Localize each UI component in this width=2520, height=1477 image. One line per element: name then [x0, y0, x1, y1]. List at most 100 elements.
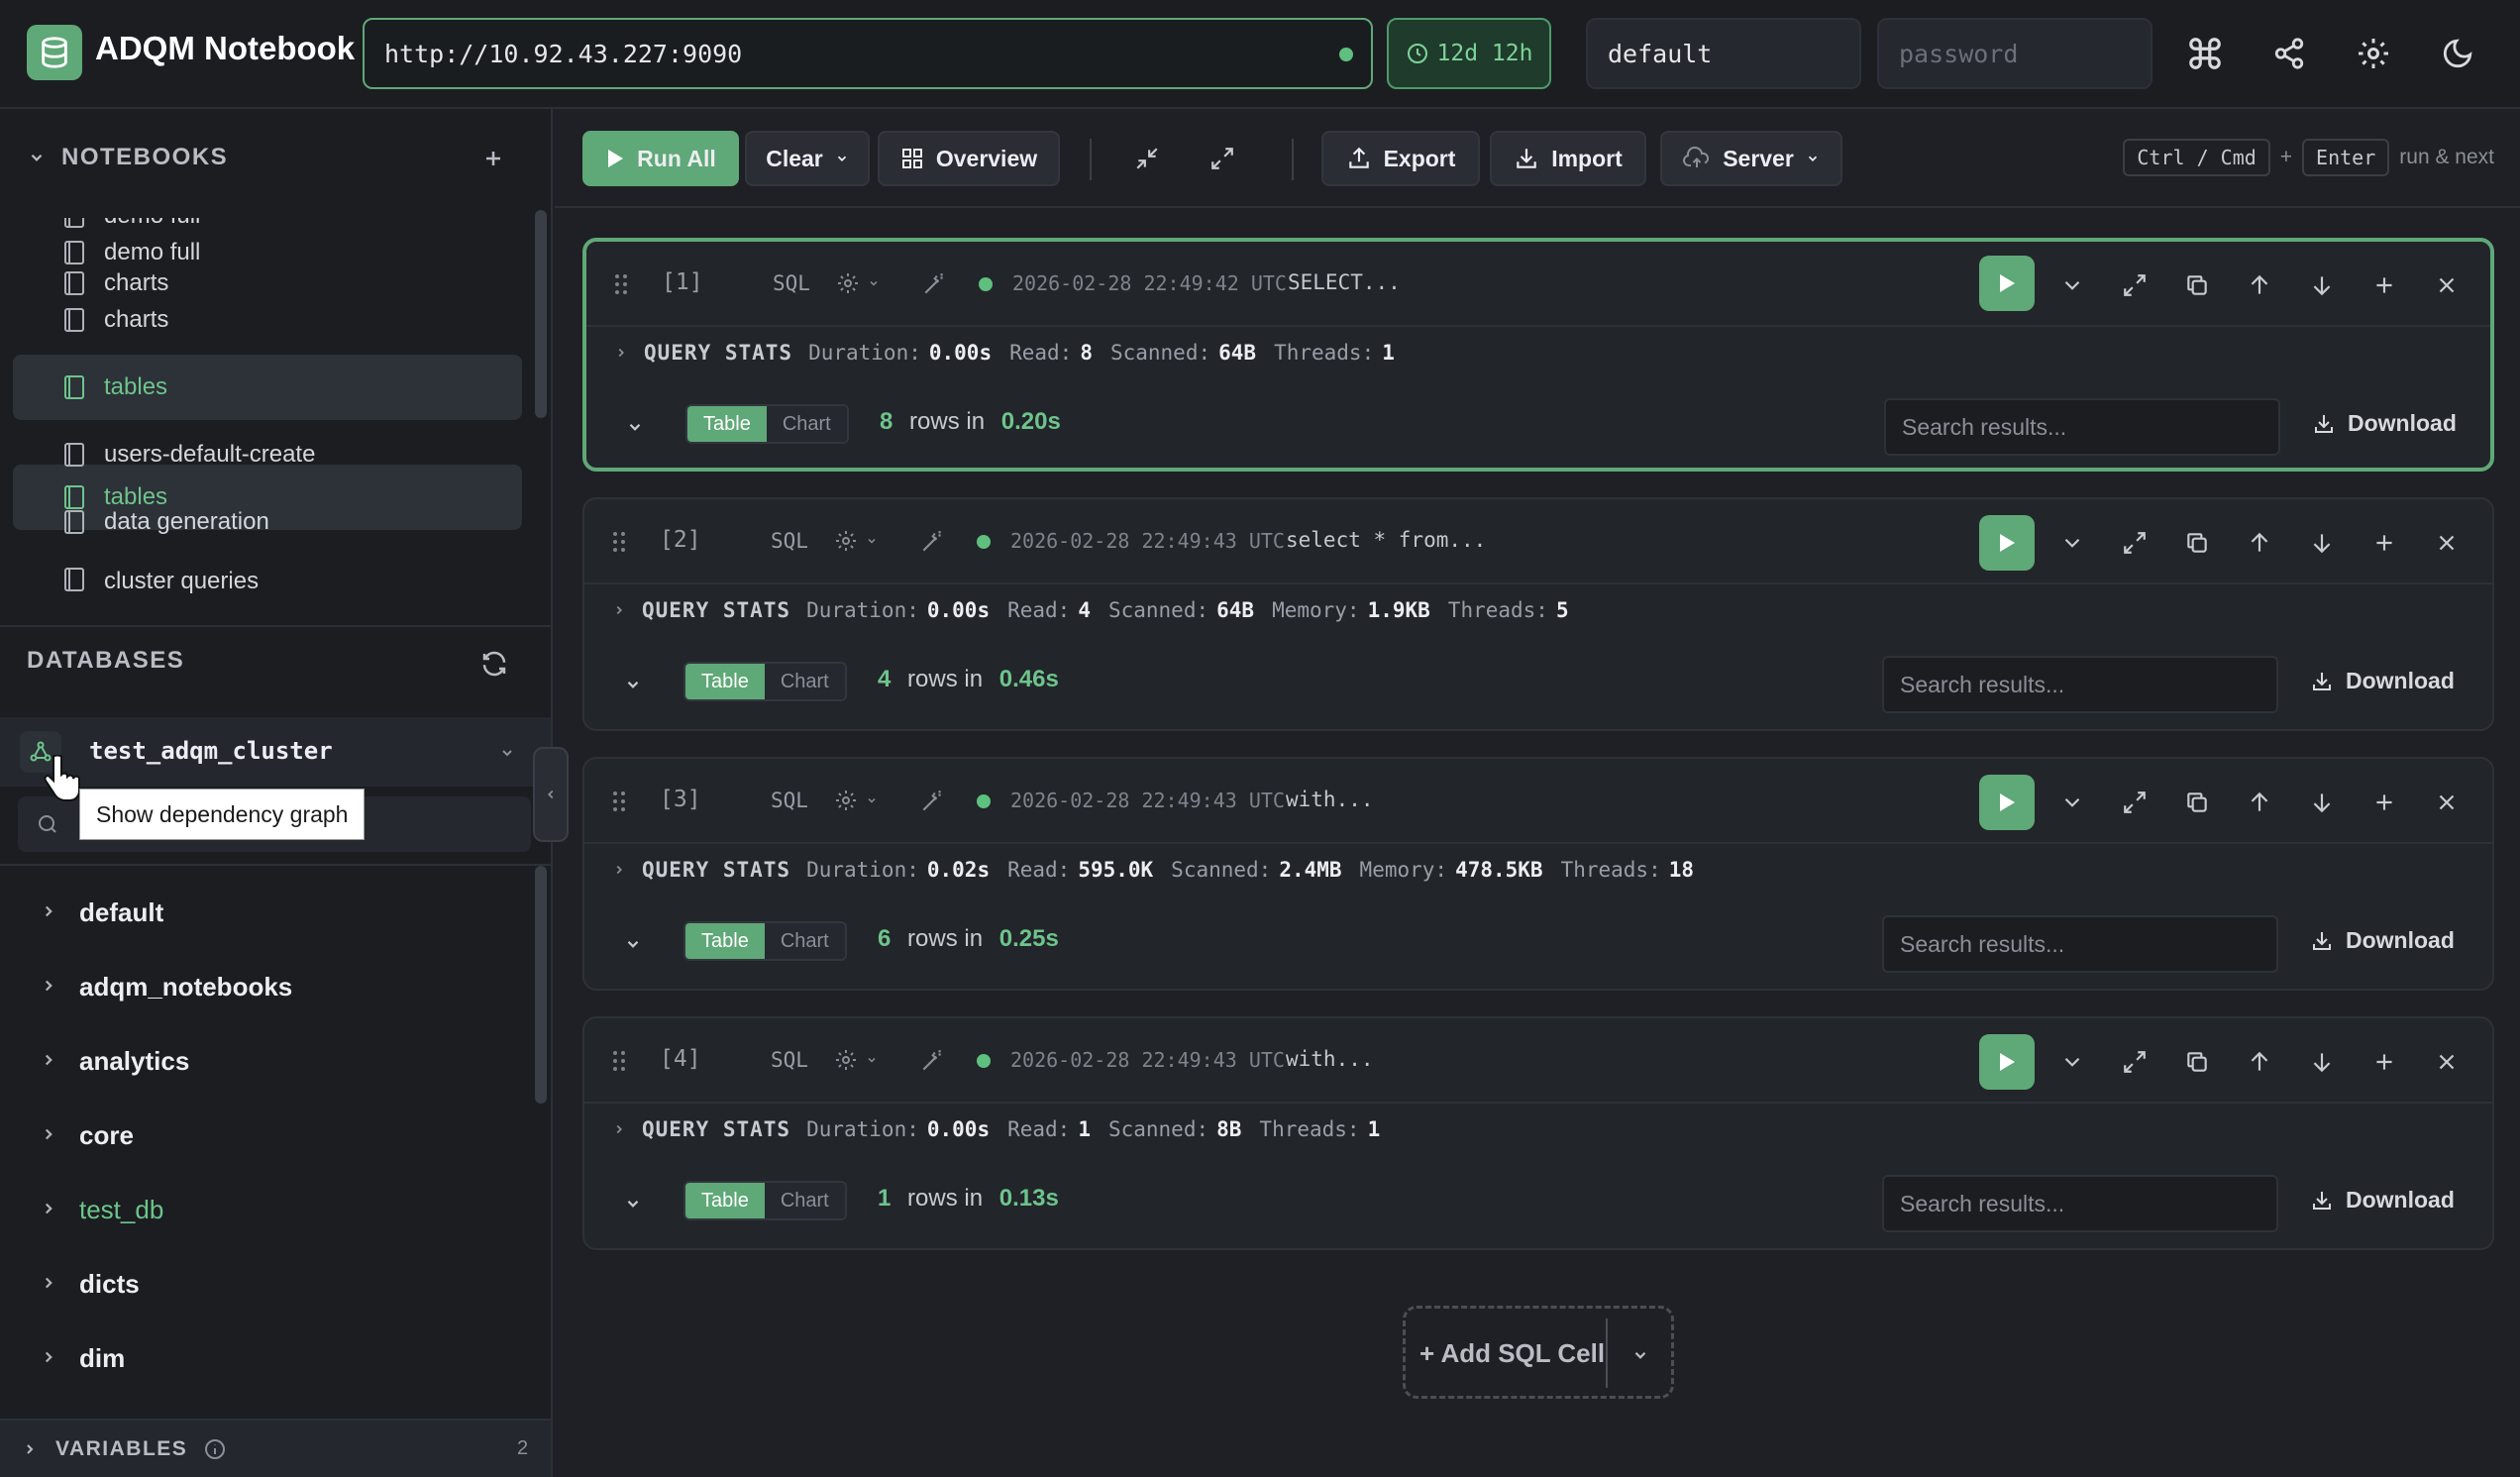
chevron-down-icon[interactable] [2056, 787, 2088, 818]
expand-all-button[interactable] [1195, 131, 1250, 186]
magic-wand-icon[interactable] [919, 1048, 945, 1074]
sql-cell[interactable]: [2] SQL 2026-02-28 22:49:43 UTC select *… [582, 497, 2494, 731]
uptime-badge[interactable]: 12d 12h [1387, 18, 1551, 89]
password-input[interactable] [1899, 20, 2137, 87]
database-item[interactable]: test_db [0, 1174, 535, 1245]
arrow-down-icon[interactable] [2306, 527, 2338, 559]
result-search-field[interactable] [1882, 1175, 2278, 1232]
moon-icon[interactable] [2434, 30, 2481, 77]
plus-icon[interactable] [2368, 1046, 2400, 1078]
maximize-icon[interactable] [2119, 527, 2151, 559]
result-search-input[interactable] [1886, 400, 2278, 454]
database-item[interactable]: default [0, 877, 535, 948]
chevron-down-icon[interactable] [28, 149, 46, 166]
chart-tab[interactable]: Chart [764, 1183, 845, 1218]
arrow-down-icon[interactable] [2306, 787, 2338, 818]
arrow-up-icon[interactable] [2244, 787, 2275, 818]
notebook-item[interactable]: charts [13, 287, 522, 353]
close-icon[interactable] [2431, 1046, 2463, 1078]
result-search-field[interactable] [1882, 656, 2278, 713]
import-button[interactable]: Import [1490, 131, 1646, 186]
drag-handle-icon[interactable] [612, 791, 626, 812]
download-button[interactable]: Download [2310, 1187, 2455, 1213]
server-button[interactable]: Server [1660, 131, 1842, 186]
cell-settings-button[interactable] [834, 529, 878, 553]
run-cell-button[interactable] [1979, 515, 2035, 571]
server-url-field[interactable] [363, 18, 1373, 89]
table-tab[interactable]: Table [685, 664, 765, 699]
database-item[interactable]: dicts [0, 1248, 535, 1319]
plus-icon[interactable] [2368, 269, 2400, 301]
arrow-down-icon[interactable] [2306, 1046, 2338, 1078]
notebook-item-active[interactable]: tables [13, 355, 522, 420]
arrow-down-icon[interactable] [2306, 269, 2338, 301]
maximize-icon[interactable] [2119, 787, 2151, 818]
result-search-field[interactable] [1882, 915, 2278, 973]
variables-section[interactable]: VARIABLES 2 [0, 1419, 551, 1477]
collapse-all-button[interactable] [1119, 131, 1175, 186]
chevron-down-icon[interactable] [2056, 527, 2088, 559]
username-input[interactable] [1608, 20, 1845, 87]
magic-wand-icon[interactable] [921, 271, 947, 297]
cell-query-preview[interactable]: with... [1286, 788, 1374, 811]
notebook-item[interactable]: demo full [13, 220, 522, 285]
run-cell-button[interactable] [1979, 256, 2035, 311]
chart-tab[interactable]: Chart [764, 923, 845, 959]
cell-query-preview[interactable]: SELECT... [1288, 270, 1401, 294]
table-tab[interactable]: Table [687, 406, 767, 442]
result-search-input[interactable] [1884, 658, 2276, 711]
cell-query-preview[interactable]: with... [1286, 1047, 1374, 1071]
chevron-down-icon[interactable] [2056, 1046, 2088, 1078]
gear-icon[interactable] [2350, 30, 2397, 77]
download-button[interactable]: Download [2310, 668, 2455, 694]
copy-icon[interactable] [2181, 1046, 2213, 1078]
username-field[interactable] [1586, 18, 1861, 89]
close-icon[interactable] [2431, 269, 2463, 301]
refresh-icon[interactable] [479, 649, 509, 679]
server-url-input[interactable] [384, 20, 1315, 87]
query-stats[interactable]: QUERY STATS Duration: 0.00s Read: 4 Scanned:… [612, 598, 1587, 622]
maximize-icon[interactable] [2119, 1046, 2151, 1078]
notebooks-scrollbar[interactable] [535, 210, 547, 418]
plus-icon[interactable] [2368, 787, 2400, 818]
chevron-down-icon[interactable] [1631, 1346, 1649, 1364]
chevron-down-icon[interactable] [624, 676, 642, 693]
clear-button[interactable]: Clear [745, 131, 870, 186]
table-tab[interactable]: Table [685, 1183, 765, 1218]
result-search-input[interactable] [1884, 1177, 2276, 1230]
download-button[interactable]: Download [2312, 410, 2457, 437]
query-stats[interactable]: QUERY STATS Duration: 0.02s Read: 595.0K Sca… [612, 858, 1712, 882]
password-field[interactable] [1877, 18, 2152, 89]
table-tab[interactable]: Table [685, 923, 765, 959]
database-item[interactable]: analytics [0, 1025, 535, 1097]
chevron-down-icon[interactable] [2056, 269, 2088, 301]
close-icon[interactable] [2431, 787, 2463, 818]
copy-icon[interactable] [2181, 787, 2213, 818]
result-search-input[interactable] [1884, 917, 2276, 971]
result-search-field[interactable] [1884, 398, 2280, 456]
run-all-button[interactable]: Run All [582, 131, 739, 186]
arrow-up-icon[interactable] [2244, 1046, 2275, 1078]
cell-settings-button[interactable] [834, 1048, 878, 1072]
drag-handle-icon[interactable] [612, 1050, 626, 1072]
sidebar-collapse-handle[interactable] [533, 747, 569, 842]
cell-settings-button[interactable] [834, 789, 878, 812]
sql-cell[interactable]: [3] SQL 2026-02-28 22:49:43 UTC with... … [582, 757, 2494, 991]
chevron-down-icon[interactable] [624, 935, 642, 953]
chevron-down-icon[interactable] [499, 745, 515, 761]
arrow-up-icon[interactable] [2244, 269, 2275, 301]
chevron-down-icon[interactable] [624, 1195, 642, 1213]
download-button[interactable]: Download [2310, 927, 2455, 954]
notebook-item[interactable]: cluster queries [13, 557, 522, 600]
share-icon[interactable] [2265, 30, 2313, 77]
notebook-item[interactable]: users-default-create [13, 422, 522, 487]
chart-tab[interactable]: Chart [766, 406, 847, 442]
copy-icon[interactable] [2181, 527, 2213, 559]
close-icon[interactable] [2431, 527, 2463, 559]
cell-query-preview[interactable]: select * from... [1286, 528, 1486, 552]
command-icon[interactable] [2181, 30, 2229, 77]
run-cell-button[interactable] [1979, 775, 2035, 830]
info-icon[interactable] [203, 1437, 227, 1461]
export-button[interactable]: Export [1321, 131, 1480, 186]
magic-wand-icon[interactable] [919, 789, 945, 814]
